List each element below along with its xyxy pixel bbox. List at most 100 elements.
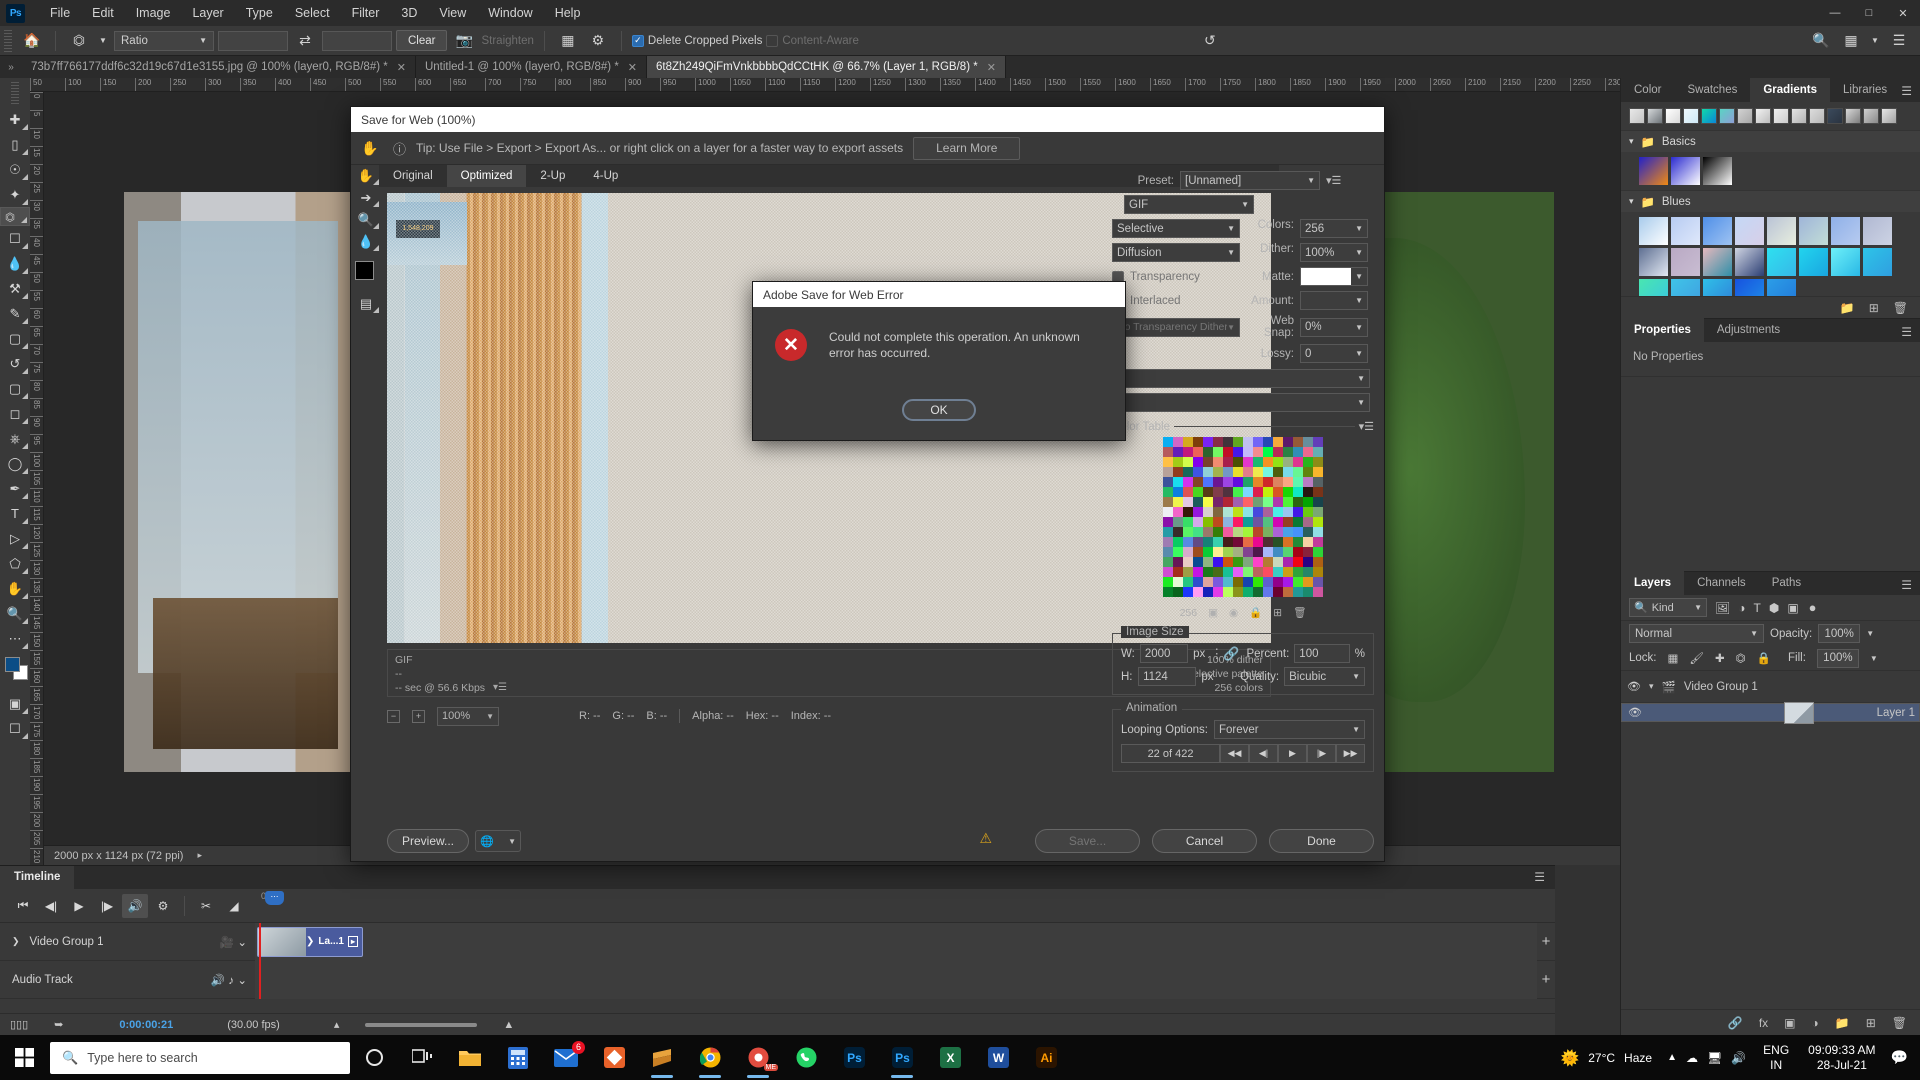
- color-table-swatch[interactable]: [1263, 447, 1273, 457]
- color-table-swatch[interactable]: [1183, 557, 1193, 567]
- color-table-swatch[interactable]: [1253, 517, 1263, 527]
- color-table-swatch[interactable]: [1243, 527, 1253, 537]
- color-table-swatch[interactable]: [1273, 557, 1283, 567]
- color-table-swatch[interactable]: [1163, 577, 1173, 587]
- color-table-swatch[interactable]: [1313, 477, 1323, 487]
- menu-3d[interactable]: 3D: [390, 0, 428, 26]
- color-table-swatch[interactable]: [1203, 577, 1213, 587]
- chevron-down-icon[interactable]: ▾: [1629, 196, 1634, 207]
- video-track-lane[interactable]: ❯ La...1 ▸: [255, 922, 1537, 961]
- reset-icon[interactable]: ↺: [1197, 29, 1223, 53]
- gradient-swatch[interactable]: [1791, 108, 1807, 124]
- color-table-swatch[interactable]: [1313, 587, 1323, 597]
- color-table-swatch[interactable]: [1173, 527, 1183, 537]
- color-table-swatch[interactable]: [1313, 537, 1323, 547]
- color-table-swatch[interactable]: [1233, 577, 1243, 587]
- save-button[interactable]: Save...: [1035, 829, 1140, 853]
- color-table-swatch[interactable]: [1213, 557, 1223, 567]
- color-table-swatch[interactable]: [1263, 457, 1273, 467]
- looping-select[interactable]: Forever ▼: [1213, 720, 1365, 739]
- filter-toggle-icon[interactable]: ●: [1809, 600, 1817, 615]
- color-table-grid[interactable]: [1163, 437, 1323, 602]
- adjustment-icon[interactable]: ◑: [1812, 1016, 1819, 1030]
- tab-original[interactable]: Original: [379, 165, 447, 187]
- color-table-swatch[interactable]: [1253, 587, 1263, 597]
- info-menu-icon[interactable]: ▾☰: [493, 681, 507, 695]
- gradient-swatch[interactable]: [1671, 217, 1700, 245]
- delete-cropped-checkbox[interactable]: ✓: [631, 34, 644, 47]
- zoom-tool[interactable]: 🔍: [0, 601, 30, 626]
- color-table-swatch[interactable]: [1313, 437, 1323, 447]
- gradient-swatch[interactable]: [1703, 157, 1732, 185]
- gradient-group-basics[interactable]: ▾ 📁 Basics: [1621, 130, 1920, 152]
- color-table-swatch[interactable]: [1313, 497, 1323, 507]
- color-table-swatch[interactable]: [1183, 537, 1193, 547]
- color-table-swatch[interactable]: [1273, 577, 1283, 587]
- color-table-swatch[interactable]: [1293, 497, 1303, 507]
- mute-audio-icon[interactable]: 🔊: [122, 893, 148, 918]
- color-table-swatch[interactable]: [1273, 457, 1283, 467]
- color-table-swatch[interactable]: [1163, 457, 1173, 467]
- color-table-swatch[interactable]: [1203, 447, 1213, 457]
- lock-transparent-icon[interactable]: ▦: [1668, 651, 1679, 665]
- color-table-swatch[interactable]: [1223, 537, 1233, 547]
- split-clip-icon[interactable]: ✂: [193, 894, 219, 918]
- metadata-select[interactable]: ▼: [1112, 393, 1370, 412]
- delete-color-icon[interactable]: 🗑: [1293, 606, 1306, 619]
- color-table-swatch[interactable]: [1303, 587, 1313, 597]
- color-table-swatch[interactable]: [1163, 587, 1173, 597]
- color-table-swatch[interactable]: [1173, 437, 1183, 447]
- gradient-swatch[interactable]: [1881, 108, 1897, 124]
- illustrator-icon[interactable]: Ai: [1022, 1035, 1070, 1080]
- color-table-swatch[interactable]: [1223, 467, 1233, 477]
- color-table-swatch[interactable]: [1183, 527, 1193, 537]
- color-table-swatch[interactable]: [1193, 587, 1203, 597]
- color-table-swatch[interactable]: [1223, 557, 1233, 567]
- word-icon[interactable]: W: [974, 1035, 1022, 1080]
- photoshop-icon-2[interactable]: Ps: [878, 1035, 926, 1080]
- arrange-icon[interactable]: ☰: [1886, 29, 1912, 53]
- color-table-swatch[interactable]: [1253, 467, 1263, 477]
- menu-type[interactable]: Type: [235, 0, 284, 26]
- color-table-swatch[interactable]: [1273, 477, 1283, 487]
- gradient-swatch[interactable]: [1863, 248, 1892, 276]
- shape-filter-icon[interactable]: ⬢: [1769, 601, 1779, 615]
- color-table-swatch[interactable]: [1273, 567, 1283, 577]
- color-table-swatch[interactable]: [1313, 567, 1323, 577]
- chevron-down-icon[interactable]: ▼: [1866, 629, 1874, 638]
- color-table-swatch[interactable]: [1243, 457, 1253, 467]
- zoom-in-icon[interactable]: ▲: [503, 1019, 514, 1031]
- height-input[interactable]: 1124: [1138, 667, 1197, 686]
- fill-value[interactable]: 100%: [1816, 648, 1859, 668]
- calculator-icon[interactable]: [494, 1035, 542, 1080]
- color-table-swatch[interactable]: [1303, 537, 1313, 547]
- color-table-swatch[interactable]: [1163, 517, 1173, 527]
- home-icon[interactable]: 🏠: [19, 29, 45, 53]
- gradient-swatch[interactable]: [1703, 217, 1732, 245]
- layer-row-video-group[interactable]: 👁 ▾ 🎬 Video Group 1: [1621, 671, 1920, 703]
- color-table-swatch[interactable]: [1293, 537, 1303, 547]
- zoom-select[interactable]: 100% ▼: [437, 706, 499, 726]
- color-table-swatch[interactable]: [1163, 497, 1173, 507]
- color-table-swatch[interactable]: [1283, 457, 1293, 467]
- color-table-swatch[interactable]: [1293, 447, 1303, 457]
- tab-paths[interactable]: Paths: [1759, 571, 1814, 595]
- sublime-icon[interactable]: [638, 1035, 686, 1080]
- group-icon[interactable]: 📁: [1835, 1016, 1850, 1030]
- ok-button[interactable]: OK: [902, 399, 976, 421]
- color-table-swatch[interactable]: [1233, 587, 1243, 597]
- color-table-swatch[interactable]: [1263, 567, 1273, 577]
- color-table-swatch[interactable]: [1163, 437, 1173, 447]
- color-table-swatch[interactable]: [1283, 477, 1293, 487]
- weather-temp[interactable]: 27°C: [1588, 1051, 1615, 1065]
- color-reduction-select[interactable]: Selective ▼: [1112, 219, 1240, 238]
- color-table-swatch[interactable]: [1283, 527, 1293, 537]
- previous-frame-button[interactable]: ◀|: [1249, 744, 1278, 763]
- color-table-swatch[interactable]: [1213, 577, 1223, 587]
- move-tool[interactable]: ✚: [0, 107, 30, 132]
- color-table-swatch[interactable]: [1223, 547, 1233, 557]
- first-frame-button[interactable]: ◀◀: [1220, 744, 1249, 763]
- visibility-icon[interactable]: 👁: [1628, 706, 1642, 719]
- gradient-swatch[interactable]: [1639, 217, 1668, 245]
- color-table-swatch[interactable]: [1183, 547, 1193, 557]
